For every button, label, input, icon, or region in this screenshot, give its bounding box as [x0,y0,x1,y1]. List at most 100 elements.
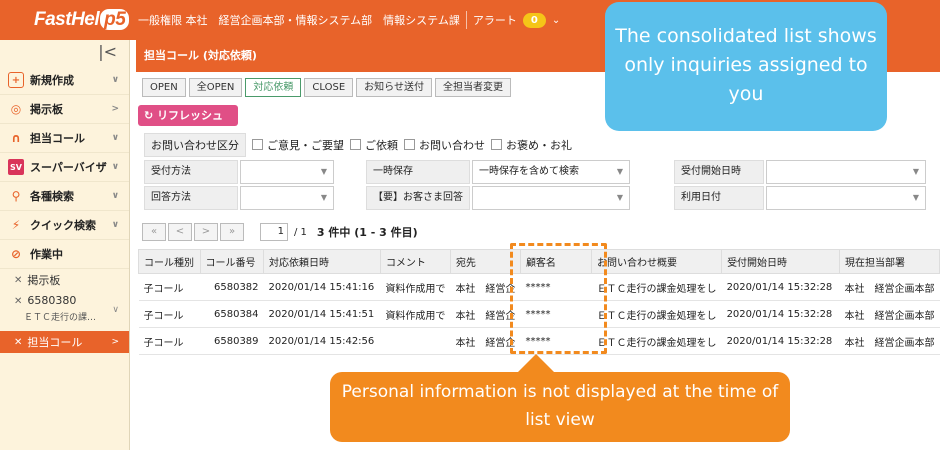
new-document-icon: + [8,72,24,88]
sidebar-item-label: 新規作成 [30,74,74,87]
close-icon[interactable]: ✕ [14,296,22,307]
column-header[interactable]: コール種別 [138,249,201,274]
table-cell: 6580389 [200,327,264,355]
first-page-button[interactable]: « [142,223,166,241]
chevron-down-icon: ∨ [111,75,119,85]
sidebar-item-bulletin[interactable]: ◎ 掲示板 > [0,95,129,124]
use-date-select[interactable]: ▼ [766,186,926,210]
tab-open[interactable]: OPEN [142,78,186,97]
working-item-label: 6580380 [27,294,77,307]
table-cell: 本社 経営企画本部 [839,273,940,301]
search-icon: ⚲ [11,189,21,203]
reception-method-label: 受付方法 [144,160,238,184]
headset-icon: ∩ [11,131,21,145]
chevron-right-icon: > [111,104,119,114]
sidebar-item-working[interactable]: ⊘ 作業中 [0,240,129,269]
sidebar-item-label: スーパーバイザ [30,161,107,174]
sidebar-item-supervisor[interactable]: SV スーパーバイザ ∨ [0,153,129,182]
inquiry-type-filter: お問い合わせ区分 ご意見・ご要望 ご依頼 お問い合わせ お褒め・お礼 [144,133,572,157]
chevron-down-icon: ▼ [616,167,623,176]
callout-assigned-list: The consolidated list shows only inquiri… [605,2,887,131]
chevron-down-icon: ∨ [111,220,119,230]
table-cell: 2020/01/14 15:42:56 [263,327,381,355]
sidebar-item-search[interactable]: ⚲ 各種検索 ∨ [0,182,129,211]
breadcrumb: 一般権限 本社 経営企画本部・情報システム部 情報システム課 [138,14,460,27]
table-cell: 資料作成用で [380,273,451,301]
customer-answer-select[interactable]: ▼ [472,186,630,210]
column-header[interactable]: お問い合わせ概要 [591,249,723,274]
sidebar-item-label: クイック検索 [30,219,96,232]
checkbox-praise[interactable]: お褒め・お礼 [491,137,572,153]
table-cell: ＥＴＣ走行の課金処理をし [591,300,722,328]
chevron-right-icon: > [111,337,119,347]
table-cell: 本社 経営企画本部 [839,300,940,328]
alert-menu[interactable]: アラート 0 ⌄ [473,12,560,28]
column-header[interactable]: 現在担当部署 [838,249,940,274]
prev-page-button[interactable]: < [168,223,192,241]
app-logo[interactable]: FastHel p5 [0,9,130,31]
next-page-button[interactable]: > [194,223,218,241]
table-cell: 2020/01/14 15:41:51 [263,300,381,328]
chevron-down-icon: ▼ [320,193,327,202]
table-cell: 6580384 [200,300,264,328]
sidebar-item-assigned-call[interactable]: ∩ 担当コール ∨ [0,124,129,153]
last-page-button[interactable]: » [220,223,244,241]
table-cell: 2020/01/14 15:41:16 [263,273,381,301]
working-item-call[interactable]: ✕ 6580380 ＥＴＣ走行の課… ∨ [0,291,129,331]
chevron-down-icon: ▼ [320,167,327,176]
table-cell: 子コール [138,300,200,328]
table-cell: ＥＴＣ走行の課金処理をし [591,327,722,355]
close-icon[interactable]: ✕ [14,275,22,286]
answer-method-label: 回答方法 [144,186,238,210]
table-cell: 本社 経営企画本部 [839,327,940,355]
tab-close[interactable]: CLOSE [304,78,354,97]
customer-name-highlight [510,243,607,354]
close-icon[interactable]: ✕ [14,337,22,348]
temp-save-label: 一時保存 [366,160,470,184]
column-header[interactable]: コール番号 [199,249,265,274]
sidebar-item-label: 作業中 [30,248,63,261]
supervisor-icon: SV [8,159,24,175]
table-cell [380,327,451,355]
table-cell: 2020/01/14 15:32:28 [721,273,840,301]
alert-count-badge: 0 [522,12,546,28]
sidebar-item-new[interactable]: + 新規作成 ∨ [0,66,129,95]
working-item-label: 掲示板 [27,274,61,287]
checkbox-opinion[interactable]: ご意見・ご要望 [252,137,344,153]
table-cell: ＥＴＣ走行の課金処理をし [591,273,722,301]
working-item-bulletin[interactable]: ✕ 掲示板 [0,269,129,291]
sidebar-item-label: 各種検索 [30,190,74,203]
bulletin-icon: ◎ [10,102,22,116]
checkbox-inquiry[interactable]: お問い合わせ [404,137,485,153]
tab-all-open[interactable]: 全OPEN [188,78,243,97]
reception-start-select[interactable]: ▼ [766,160,926,184]
answer-method-select[interactable]: ▼ [240,186,334,210]
sidebar-item-quick-search[interactable]: ⚡ クイック検索 ∨ [0,211,129,240]
use-date-label: 利用日付 [674,186,764,210]
tab-change-assignee[interactable]: 全担当者変更 [434,78,511,97]
table-cell: 2020/01/14 15:32:28 [721,300,840,328]
reception-method-select[interactable]: ▼ [240,160,334,184]
sidebar-item-label: 担当コール [30,132,85,145]
tab-notice[interactable]: お知らせ送付 [356,78,432,97]
inquiry-type-label: お問い合わせ区分 [144,133,246,157]
column-header[interactable]: 受付開始日時 [721,249,840,274]
table-cell: 子コール [138,273,200,301]
column-header[interactable]: コメント [379,249,451,274]
quick-search-icon: ⚡ [11,218,21,232]
column-header[interactable]: 対応依頼日時 [263,249,381,274]
working-item-assigned-call[interactable]: ✕ 担当コール > [0,331,129,353]
collapse-sidebar-button[interactable]: |< [0,40,129,66]
tab-bar: OPEN 全OPEN 対応依頼 CLOSE お知らせ送付 全担当者変更 [142,78,511,97]
table-cell: 2020/01/14 15:32:28 [721,327,840,355]
tab-request[interactable]: 対応依頼 [245,78,302,97]
page-number-input[interactable]: 1 [260,223,288,241]
chevron-down-icon: ⌄ [551,14,561,26]
chevron-down-icon: ∨ [112,305,119,315]
checkbox-request[interactable]: ご依頼 [350,137,398,153]
chevron-down-icon: ▼ [616,193,623,202]
working-item-label: 担当コール [27,336,83,349]
refresh-icon: ↻ [144,109,154,122]
refresh-button[interactable]: ↻ リフレッシュ [138,105,238,126]
temp-save-select[interactable]: 一時保存を含めて検索 ▼ [472,160,630,184]
